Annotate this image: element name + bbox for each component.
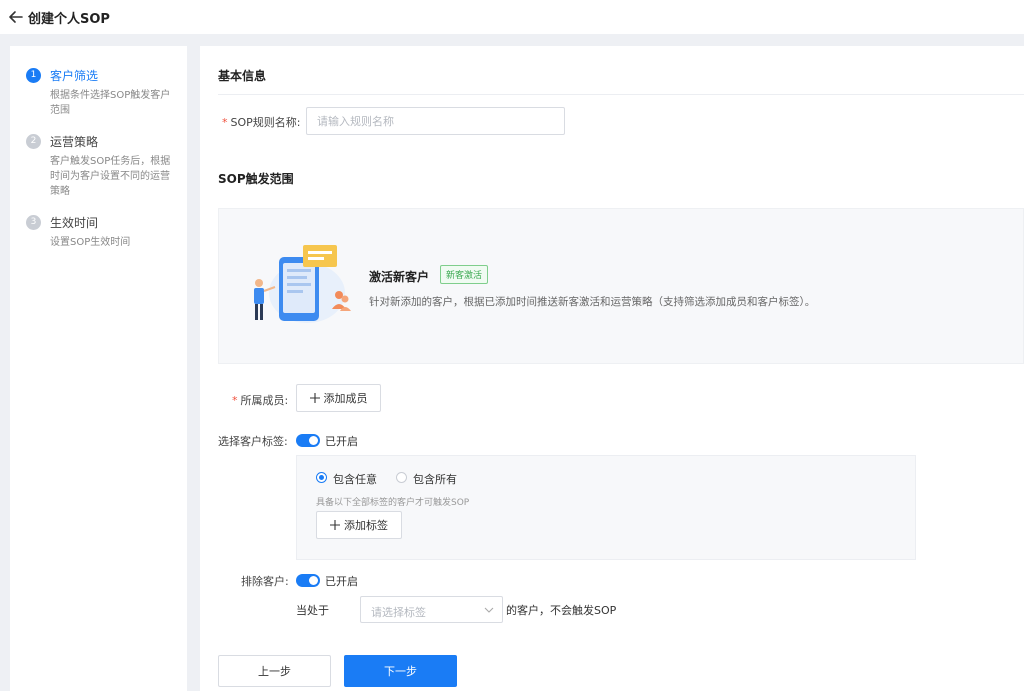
- exclude-customers-toggle[interactable]: [296, 574, 320, 587]
- main-panel: 基本信息 *SOP规则名称: SOP触发范围 激活新客户: [200, 46, 1024, 691]
- step-description: 设置SOP生效时间: [50, 237, 131, 248]
- customer-tags-label: 选择客户标签:: [218, 435, 288, 448]
- step-description: 客户触发SOP任务后，根据时间为客户设置不同的运营策略: [50, 156, 171, 197]
- plus-icon: [330, 520, 340, 530]
- step-title: 客户筛选: [50, 69, 99, 83]
- back-arrow-icon[interactable]: [8, 10, 24, 24]
- exclude-prefix-text: 当处于: [296, 604, 329, 617]
- radio-include-all[interactable]: [396, 472, 407, 483]
- rule-name-input[interactable]: [306, 107, 565, 135]
- step-number: 3: [26, 215, 41, 230]
- exclude-customers-label: 排除客户:: [241, 575, 289, 588]
- radio-include-all-label[interactable]: 包含所有: [413, 471, 457, 487]
- step-title: 生效时间: [50, 216, 99, 230]
- previous-step-button[interactable]: 上一步: [218, 655, 331, 687]
- required-mark: *: [222, 116, 228, 129]
- page-title: 创建个人SOP: [28, 11, 110, 27]
- required-mark: *: [232, 394, 238, 407]
- step-effective-time[interactable]: 3 生效时间 设置SOP生效时间: [26, 213, 173, 250]
- step-customer-filter[interactable]: 1 客户筛选 根据条件选择SOP触发客户范围: [26, 66, 173, 118]
- exclude-tag-select[interactable]: 请选择标签: [360, 596, 503, 623]
- customer-tags-toggle-text: 已开启: [325, 435, 358, 448]
- radio-include-any[interactable]: [316, 472, 327, 483]
- divider: [218, 94, 1024, 95]
- scope-card-activate-new-customer[interactable]: 激活新客户 新客激活 针对新添加的客户，根据已添加时间推送新客激活和运营策略（支…: [218, 208, 1024, 364]
- step-description: 根据条件选择SOP触发客户范围: [50, 90, 171, 116]
- scope-card-title: 激活新客户: [369, 270, 430, 284]
- tag-filter-box: 包含任意 包含所有 具备以下全部标签的客户才可触发SOP 添加标签: [296, 455, 916, 560]
- members-label: * 所属成员:: [232, 394, 289, 407]
- exclude-suffix-text: 的客户，不会触发SOP: [506, 604, 617, 617]
- step-operation-strategy[interactable]: 2 运营策略 客户触发SOP任务后，根据时间为客户设置不同的运营策略: [26, 132, 173, 199]
- select-placeholder: 请选择标签: [371, 606, 426, 619]
- customer-tags-toggle[interactable]: [296, 434, 320, 447]
- step-number: 1: [26, 68, 41, 83]
- add-tag-button[interactable]: 添加标签: [316, 511, 402, 539]
- add-member-button[interactable]: 添加成员: [296, 384, 381, 412]
- steps-panel: 1 客户筛选 根据条件选择SOP触发客户范围 2 运营策略 客户触发SOP任务后…: [10, 46, 187, 691]
- rule-name-label: * SOP规则名称:: [222, 116, 301, 129]
- scope-card-badge: 新客激活: [440, 265, 489, 284]
- tag-hint-text: 具备以下全部标签的客户才可触发SOP: [316, 498, 470, 508]
- plus-icon: [309, 393, 320, 403]
- section-title-trigger-scope: SOP触发范围: [218, 172, 294, 186]
- chevron-down-icon: [484, 607, 494, 613]
- exclude-customers-toggle-text: 已开启: [325, 575, 358, 588]
- next-step-button[interactable]: 下一步: [344, 655, 457, 687]
- scope-card-description: 针对新添加的客户，根据已添加时间推送新客激活和运营策略（支持筛选添加成员和客户标…: [369, 296, 816, 308]
- phone-customer-illustration: [254, 245, 351, 323]
- step-title: 运营策略: [50, 135, 99, 149]
- section-title-basic-info: 基本信息: [218, 69, 267, 83]
- radio-include-any-label[interactable]: 包含任意: [333, 471, 377, 487]
- top-bar: 创建个人SOP: [0, 0, 1024, 34]
- step-number: 2: [26, 134, 41, 149]
